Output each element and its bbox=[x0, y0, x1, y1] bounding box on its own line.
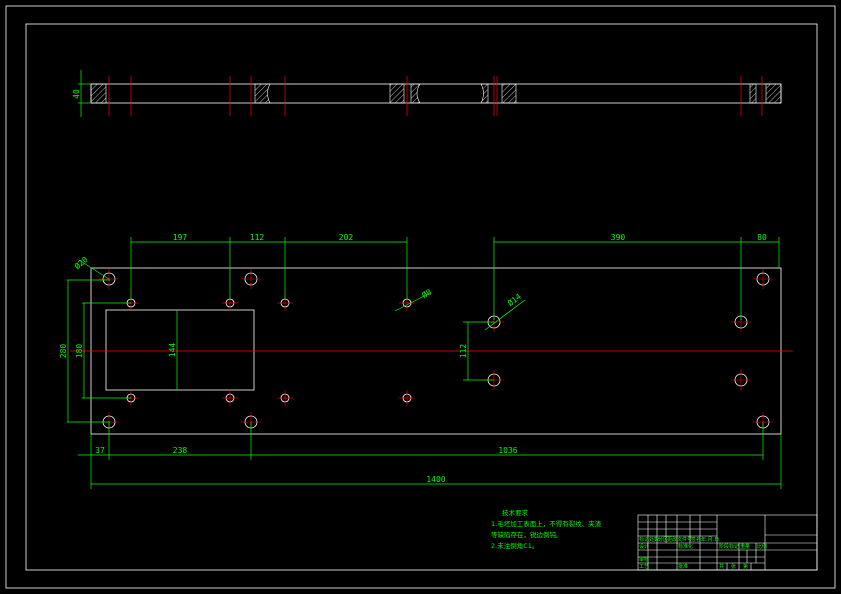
tb-label-j: 重量 bbox=[740, 543, 750, 550]
tb-label-p: 张 bbox=[731, 563, 736, 570]
notes-title: 技术要求 bbox=[502, 508, 529, 517]
vertical-spacing-label: 112 bbox=[459, 344, 468, 359]
mid-hole-dia-label: Ø14 bbox=[505, 291, 523, 308]
tb-label-q: 第 bbox=[743, 563, 748, 570]
dim-197: 197 bbox=[173, 233, 188, 242]
tb-label-i: 阶段标记 bbox=[719, 543, 739, 550]
tb-label-a: 标记 bbox=[639, 536, 649, 543]
tb-label-m: 工艺 bbox=[639, 564, 649, 570]
notes-line-2: 等缺陷存在，锐边倒钝。 bbox=[491, 530, 563, 539]
section-view: 40 bbox=[72, 70, 782, 117]
inner-height-label: 180 bbox=[75, 344, 84, 359]
dim-390: 390 bbox=[611, 233, 626, 242]
left-offset-label: 37 bbox=[95, 446, 105, 455]
window-height-label: 144 bbox=[168, 343, 177, 358]
plan-view: 144 197 112 202 390 80 Ø20 Ø8 Ø14 280 18… bbox=[59, 233, 793, 489]
overall-length-label: 1400 bbox=[426, 475, 445, 484]
dim-202: 202 bbox=[339, 233, 354, 242]
notes-line-3: 2.未注倒角C1。 bbox=[491, 541, 538, 550]
thickness-dim-label: 40 bbox=[72, 89, 81, 99]
tb-label-h: 标准化 bbox=[678, 543, 693, 550]
cad-drawing: 40 144 197 112 202 390 80 Ø20 Ø8 Ø14 280… bbox=[5, 5, 836, 589]
tb-label-d: 更改文件号 bbox=[667, 536, 692, 543]
notes-line-1: 1.毛坯加工表面上，不得有裂纹、夹渣 bbox=[491, 519, 602, 528]
tb-label-g: 设计 bbox=[639, 543, 649, 550]
drawing-border bbox=[5, 5, 836, 589]
overall-height-label: 280 bbox=[59, 344, 68, 359]
title-block: 标记 处数 分区 更改文件号 签名 年.月.日 设计 标准化 阶段标记 重量 比… bbox=[637, 514, 818, 571]
small-hole-dia-label: Ø8 bbox=[420, 287, 434, 301]
bottom-238-label: 238 bbox=[173, 446, 188, 455]
corner-hole-dia-label: Ø20 bbox=[72, 254, 90, 271]
tb-label-o: 共 bbox=[719, 563, 724, 570]
tb-label-k: 比例 bbox=[757, 543, 767, 550]
tb-label-f: 年.月.日 bbox=[701, 536, 719, 543]
technical-notes: 技术要求 1.毛坯加工表面上，不得有裂纹、夹渣 等缺陷存在，锐边倒钝。 2.未注… bbox=[491, 508, 602, 550]
dim-80: 80 bbox=[757, 233, 767, 242]
holes bbox=[99, 269, 773, 432]
bottom-1036-label: 1036 bbox=[498, 446, 517, 455]
tb-label-n: 批准 bbox=[678, 563, 688, 570]
tb-label-l: 审核 bbox=[639, 556, 649, 563]
dim-112-top: 112 bbox=[250, 233, 265, 242]
tb-label-e: 签名 bbox=[691, 536, 701, 543]
